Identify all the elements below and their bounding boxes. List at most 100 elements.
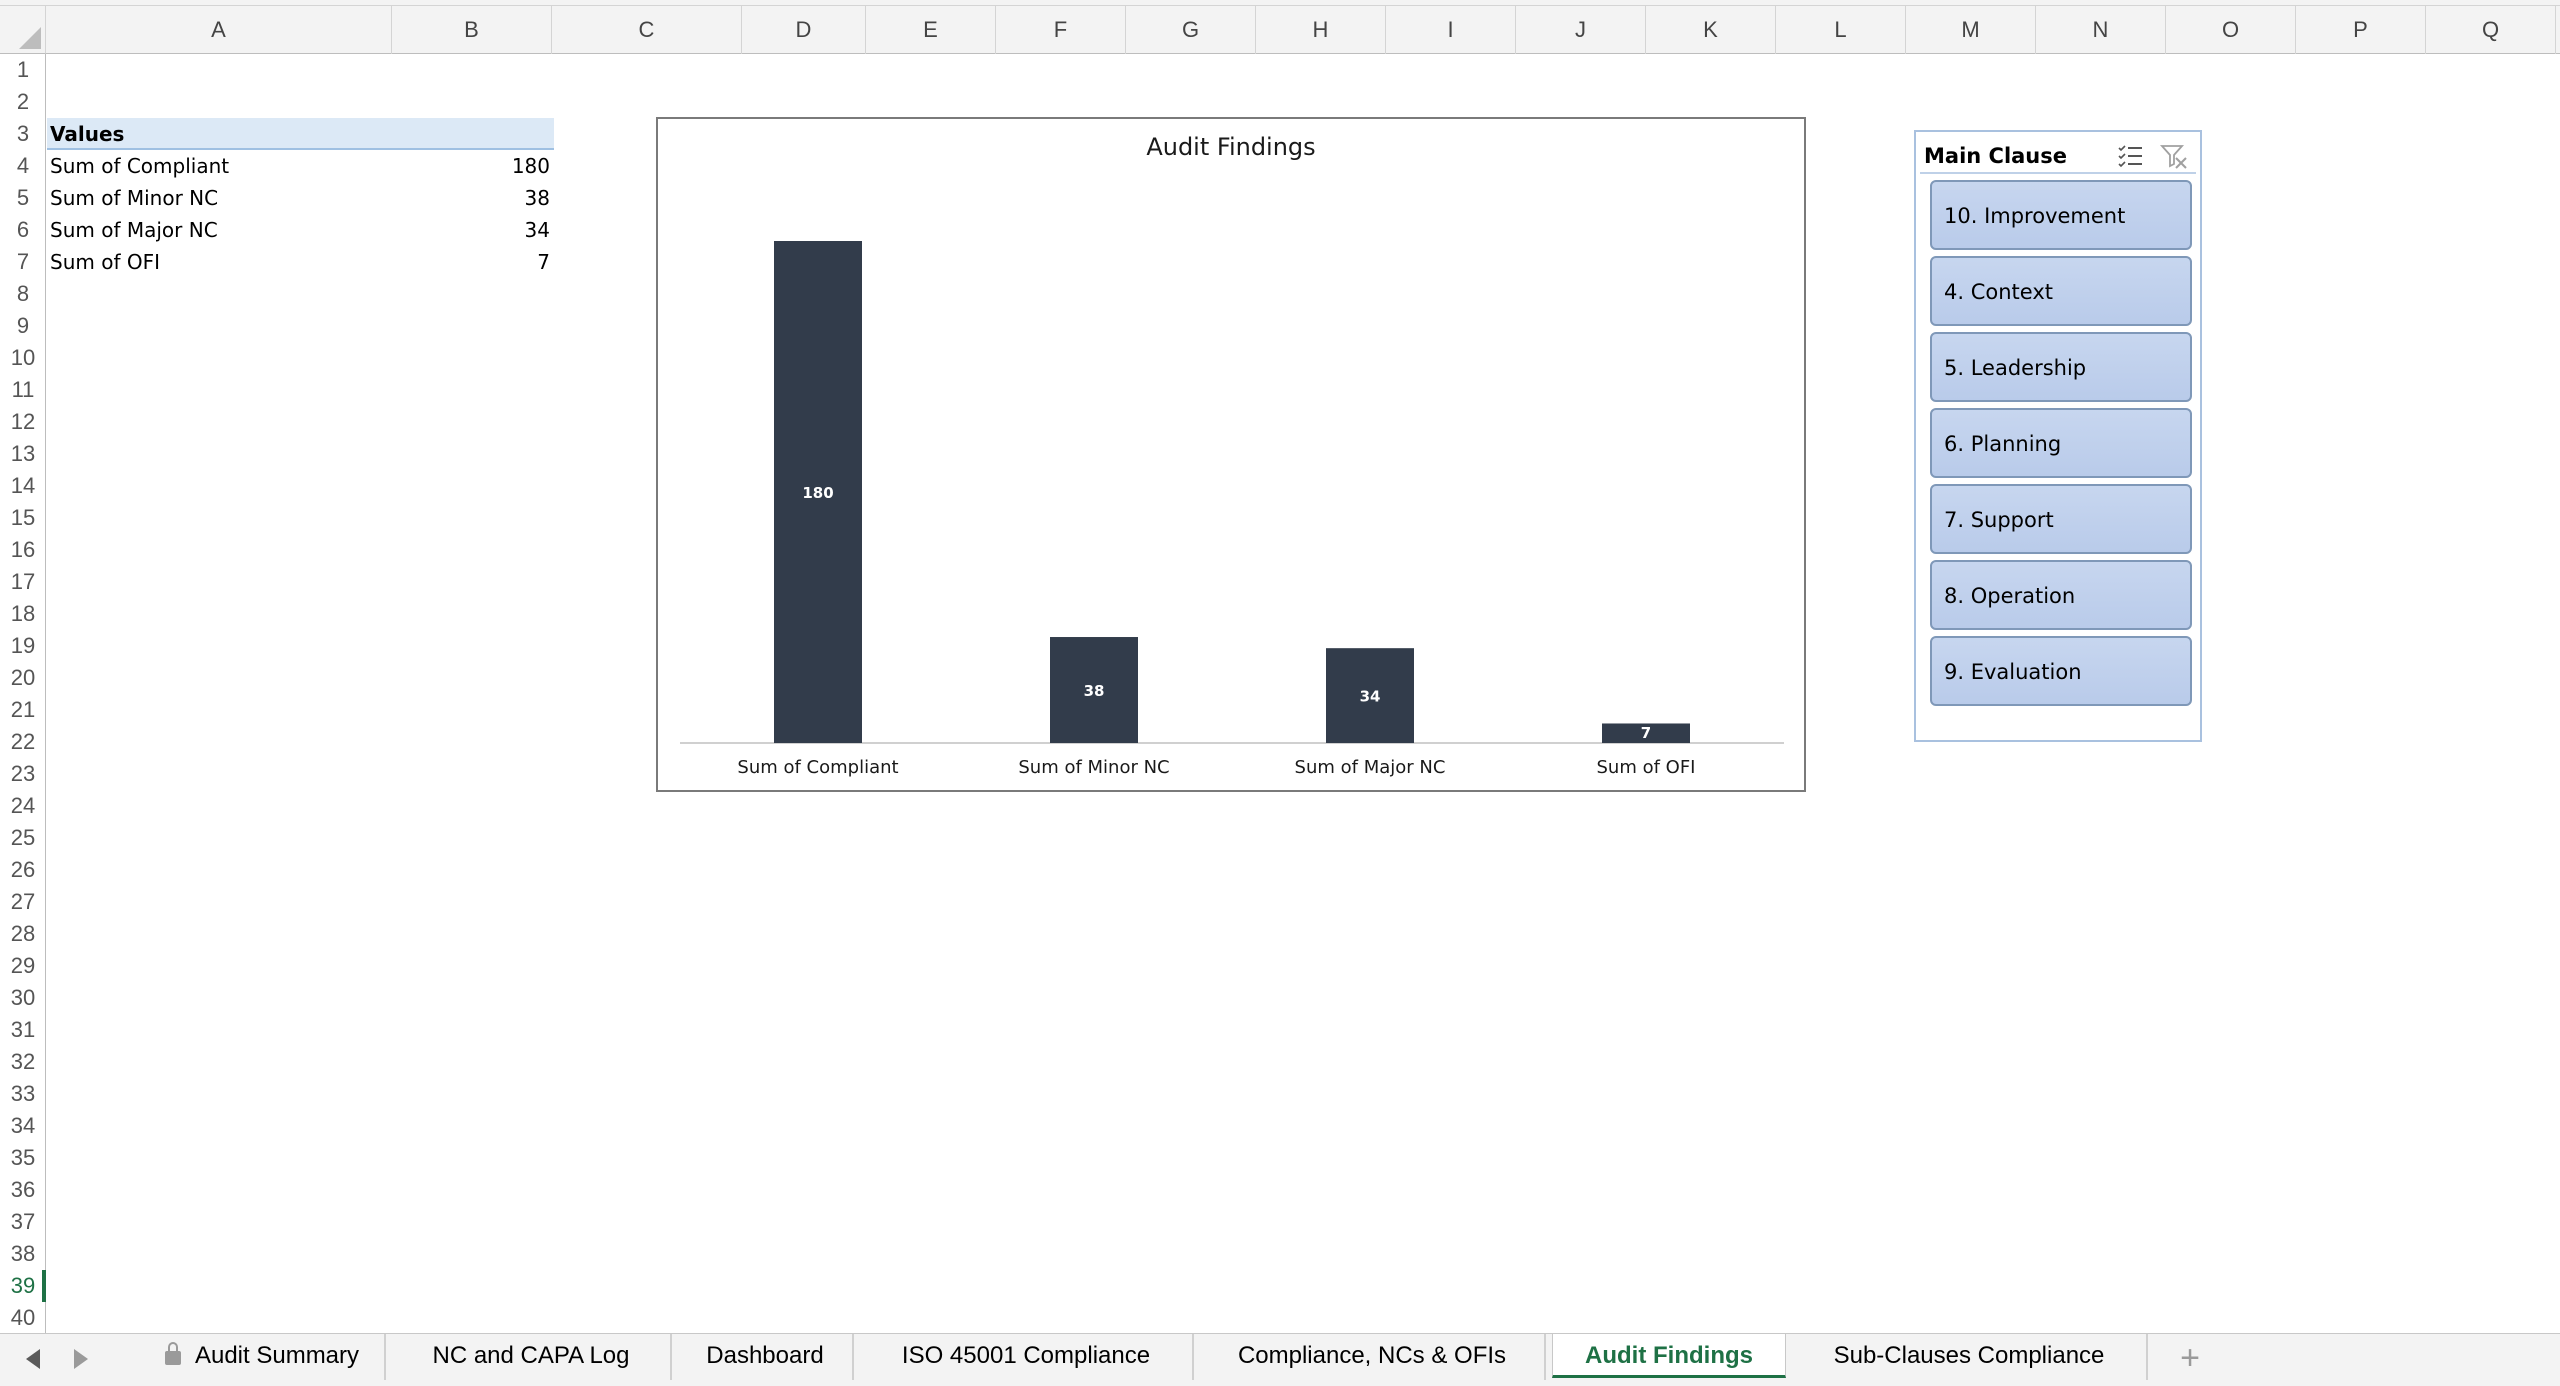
row-header[interactable]: 35 <box>0 1142 46 1174</box>
row-header[interactable]: 40 <box>0 1302 46 1333</box>
row-header[interactable]: 28 <box>0 918 46 950</box>
tab-compliance-ncs-ofis[interactable]: Compliance, NCs & OFIs <box>1200 1334 1546 1380</box>
lock-icon <box>164 1342 181 1365</box>
slicer-item-improvement[interactable]: 10. Improvement <box>1930 180 2192 250</box>
column-header[interactable]: A <box>46 6 392 54</box>
column-header[interactable]: F <box>996 6 1126 54</box>
main-clause-slicer[interactable]: Main Clause 10. Improvement 4. Context 5… <box>1914 130 2202 742</box>
row-header[interactable]: 1 <box>0 54 46 86</box>
pivot-row-label[interactable]: Sum of Minor NC <box>50 182 218 214</box>
row-header[interactable]: 36 <box>0 1174 46 1206</box>
tab-sub-clauses-compliance[interactable]: Sub-Clauses Compliance <box>1792 1334 2148 1380</box>
tab-label: ISO 45001 Compliance <box>901 1342 1151 1369</box>
column-header[interactable]: D <box>742 6 866 54</box>
column-header[interactable]: B <box>392 6 552 54</box>
select-all-corner[interactable] <box>0 6 46 54</box>
row-header[interactable]: 39 <box>0 1270 46 1302</box>
add-sheet-button[interactable]: + <box>2168 1338 2212 1378</box>
row-header[interactable]: 26 <box>0 854 46 886</box>
previous-sheet-arrow-icon[interactable] <box>26 1349 40 1369</box>
row-header[interactable]: 18 <box>0 598 46 630</box>
column-header[interactable]: E <box>866 6 996 54</box>
clear-filter-icon[interactable] <box>2160 142 2188 170</box>
row-header[interactable]: 32 <box>0 1046 46 1078</box>
pivot-row-value[interactable]: 7 <box>390 246 550 278</box>
row-header[interactable]: 10 <box>0 342 46 374</box>
row-header[interactable]: 34 <box>0 1110 46 1142</box>
row-header[interactable]: 31 <box>0 1014 46 1046</box>
row-header[interactable]: 22 <box>0 726 46 758</box>
row-headers: 1 2 3 4 5 6 7 8 9 10 11 12 13 14 15 16 17 18 19 20 21 22 23 24 2… <box>0 54 46 1333</box>
row-header[interactable]: 17 <box>0 566 46 598</box>
slicer-item-label: 5. Leadership <box>1944 356 2087 380</box>
chart-plot-area: 180 Sum of Compliant 38 Sum of Minor NC 34 Su… <box>680 241 1784 778</box>
pivot-values-header[interactable]: Values <box>50 118 124 150</box>
column-header[interactable]: J <box>1516 6 1646 54</box>
tab-dashboard[interactable]: Dashboard <box>678 1334 854 1380</box>
column-headers: ABCDEFGHIJKLMNOPQ <box>46 6 2560 54</box>
row-header[interactable]: 37 <box>0 1206 46 1238</box>
row-header[interactable]: 24 <box>0 790 46 822</box>
column-header[interactable]: C <box>552 6 742 54</box>
column-header[interactable]: O <box>2166 6 2296 54</box>
row-header[interactable]: 4 <box>0 150 46 182</box>
column-header[interactable]: L <box>1776 6 1906 54</box>
slicer-item-operation[interactable]: 8. Operation <box>1930 560 2192 630</box>
row-header[interactable]: 14 <box>0 470 46 502</box>
row-header[interactable]: 15 <box>0 502 46 534</box>
tab-audit-summary[interactable]: Audit Summary <box>140 1334 386 1380</box>
sheet-tab-bar: Audit Summary NC and CAPA Log Dashboard … <box>0 1333 2560 1386</box>
column-header[interactable]: Q <box>2426 6 2556 54</box>
pivot-row-label[interactable]: Sum of Compliant <box>50 150 229 182</box>
row-header[interactable]: 6 <box>0 214 46 246</box>
row-header[interactable]: 30 <box>0 982 46 1014</box>
pivot-row-label[interactable]: Sum of Major NC <box>50 214 218 246</box>
x-tick-label: Sum of Compliant <box>737 757 898 778</box>
row-header[interactable]: 23 <box>0 758 46 790</box>
tab-nc-and-capa-log[interactable]: NC and CAPA Log <box>392 1334 672 1380</box>
row-header[interactable]: 20 <box>0 662 46 694</box>
tab-iso-45001-compliance[interactable]: ISO 45001 Compliance <box>860 1334 1194 1380</box>
row-header[interactable]: 2 <box>0 86 46 118</box>
row-header[interactable]: 5 <box>0 182 46 214</box>
slicer-item-leadership[interactable]: 5. Leadership <box>1930 332 2192 402</box>
row-header[interactable]: 29 <box>0 950 46 982</box>
row-header[interactable]: 16 <box>0 534 46 566</box>
row-header[interactable]: 21 <box>0 694 46 726</box>
column-header[interactable]: G <box>1126 6 1256 54</box>
pivot-row-value[interactable]: 38 <box>390 182 550 214</box>
row-header[interactable]: 33 <box>0 1078 46 1110</box>
pivot-row-value[interactable]: 34 <box>390 214 550 246</box>
tab-audit-findings[interactable]: Audit Findings <box>1552 1334 1786 1378</box>
pivot-row-value[interactable]: 180 <box>390 150 550 182</box>
next-sheet-arrow-icon[interactable] <box>74 1349 88 1369</box>
column-header[interactable]: N <box>2036 6 2166 54</box>
pivot-row-label[interactable]: Sum of OFI <box>50 246 160 278</box>
column-header[interactable]: M <box>1906 6 2036 54</box>
row-header[interactable]: 13 <box>0 438 46 470</box>
column-header[interactable]: I <box>1386 6 1516 54</box>
row-header[interactable]: 3 <box>0 118 46 150</box>
column-header[interactable]: H <box>1256 6 1386 54</box>
spreadsheet-grid[interactable]: ABCDEFGHIJKLMNOPQ 1 2 3 4 5 6 7 8 9 10 11 12 13 14 15 1… <box>0 0 2560 1333</box>
slicer-item-label: 9. Evaluation <box>1944 660 2082 684</box>
row-header[interactable]: 7 <box>0 246 46 278</box>
row-header[interactable]: 12 <box>0 406 46 438</box>
row-header[interactable]: 9 <box>0 310 46 342</box>
multi-select-icon[interactable] <box>2116 142 2144 170</box>
column-header[interactable]: K <box>1646 6 1776 54</box>
chart-data-label: 38 <box>1084 682 1105 700</box>
column-header[interactable]: P <box>2296 6 2426 54</box>
row-header[interactable]: 38 <box>0 1238 46 1270</box>
row-header[interactable]: 19 <box>0 630 46 662</box>
tab-label: Sub-Clauses Compliance <box>1833 1342 2105 1369</box>
row-header[interactable]: 25 <box>0 822 46 854</box>
row-header[interactable]: 8 <box>0 278 46 310</box>
row-header[interactable]: 11 <box>0 374 46 406</box>
row-header[interactable]: 27 <box>0 886 46 918</box>
audit-findings-chart[interactable]: Audit Findings 180 Sum of Compliant 38 Sum … <box>656 117 1806 792</box>
slicer-item-planning[interactable]: 6. Planning <box>1930 408 2192 478</box>
slicer-item-context[interactable]: 4. Context <box>1930 256 2192 326</box>
slicer-item-evaluation[interactable]: 9. Evaluation <box>1930 636 2192 706</box>
slicer-item-support[interactable]: 7. Support <box>1930 484 2192 554</box>
